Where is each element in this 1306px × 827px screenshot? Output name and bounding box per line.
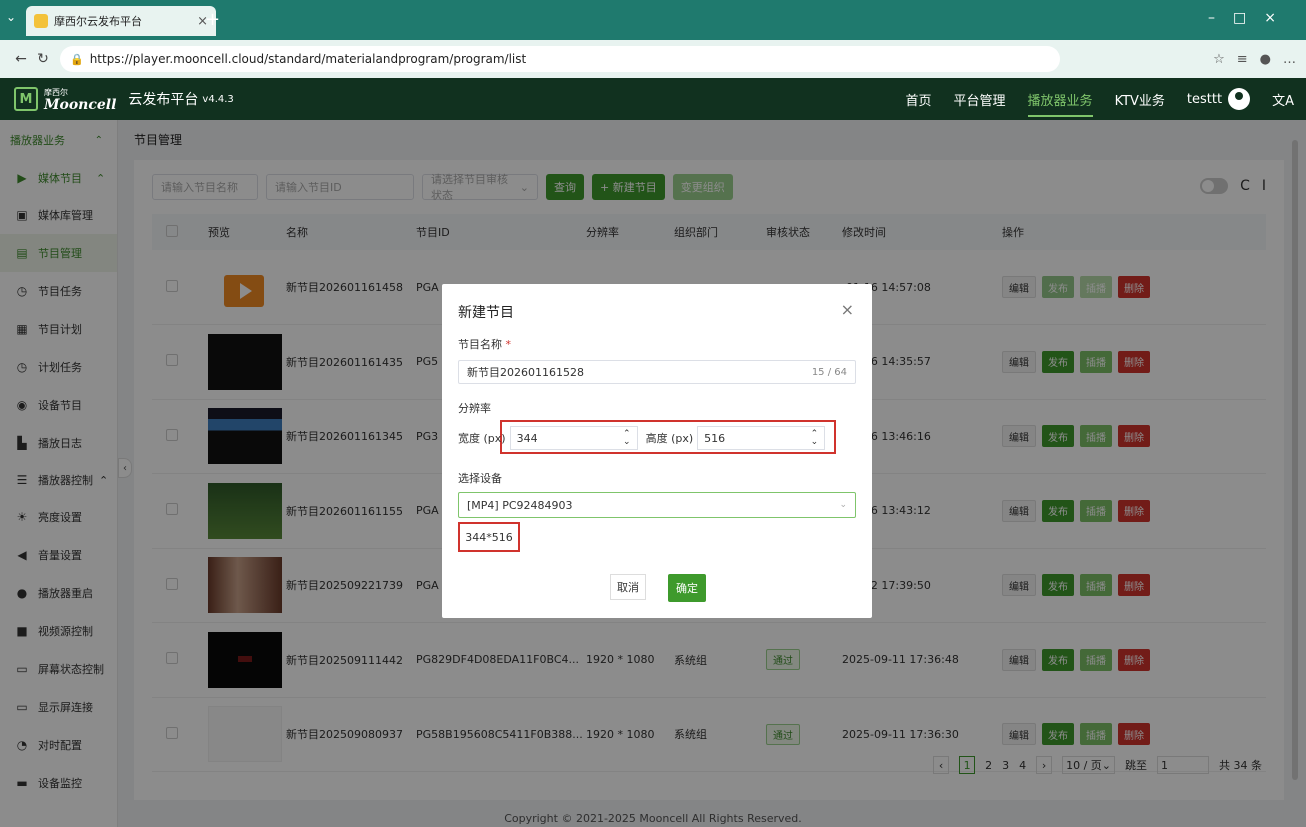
address-bar: ← ↻ 🔒 https://player.mooncell.cloud/stan… <box>0 40 1306 78</box>
language-icon[interactable]: 文A <box>1272 90 1294 109</box>
tab-menu-icon[interactable]: ⌄ <box>6 10 16 24</box>
app-title: 云发布平台 <box>128 92 199 108</box>
user-name: testtt <box>1186 91 1223 107</box>
cancel-button[interactable]: 取消 <box>610 574 646 600</box>
nav-player-business[interactable]: 播放器业务 <box>1027 90 1093 117</box>
site-favicon-icon <box>34 14 48 28</box>
height-label: 高度 (px) <box>645 432 694 445</box>
height-input[interactable]: 516 ⌃ ⌄ <box>697 426 826 450</box>
favorite-icon[interactable]: ☆ <box>1213 52 1225 67</box>
user-menu[interactable]: testtt <box>1186 88 1251 110</box>
nav-platform[interactable]: 平台管理 <box>954 90 1006 109</box>
browser-tab[interactable]: 摩西尔云发布平台 × <box>26 6 216 36</box>
program-name-label: 节目名称 * <box>458 338 511 351</box>
new-tab-icon[interactable]: + <box>205 9 220 30</box>
nav-ktv[interactable]: KTV业务 <box>1115 90 1165 109</box>
device-label: 选择设备 <box>458 472 502 485</box>
more-icon[interactable]: … <box>1283 52 1296 67</box>
browser-tabbar: ⌄ 摩西尔云发布平台 × + –□× <box>0 0 1306 40</box>
avatar <box>1228 88 1251 110</box>
logo-name: Mooncell <box>44 97 117 113</box>
url-field[interactable]: 🔒 https://player.mooncell.cloud/standard… <box>60 46 1060 72</box>
top-nav: 首页 平台管理 播放器业务 KTV业务 testtt 文A <box>906 82 1306 117</box>
url-text: https://player.mooncell.cloud/standard/m… <box>89 52 527 66</box>
program-name-field[interactable]: 新节目202601161528 15 / 64 <box>458 360 856 384</box>
confirm-button[interactable]: 确定 <box>668 574 706 602</box>
profile-icon[interactable]: ● <box>1260 52 1271 67</box>
back-icon[interactable]: ← <box>10 51 32 67</box>
stepper-icon[interactable]: ⌃ ⌄ <box>811 430 819 447</box>
device-select[interactable]: [MP4] PC92484903 ⌄ <box>458 492 856 518</box>
resolution-row: 宽度 (px) 344 ⌃ ⌄ 高度 (px) 516 ⌃ ⌄ <box>458 426 833 450</box>
size-display: 344*516 <box>458 522 520 552</box>
tab-title: 摩西尔云发布平台 <box>54 15 142 28</box>
app-header: M 摩西尔 Mooncell 云发布平台 v4.4.3 首页 平台管理 播放器业… <box>0 78 1306 120</box>
app-version: v4.4.3 <box>202 93 234 105</box>
refresh-icon[interactable]: ↻ <box>32 51 54 67</box>
width-value: 344 <box>516 431 538 445</box>
new-program-dialog: 新建节目 × 节目名称 * 新节目202601161528 15 / 64 分辨… <box>442 284 872 618</box>
dialog-title: 新建节目 <box>458 305 514 321</box>
stepper-icon[interactable]: ⌃ ⌄ <box>623 430 631 447</box>
height-value: 516 <box>704 431 726 445</box>
width-input[interactable]: 344 ⌃ ⌄ <box>509 426 638 450</box>
program-name-value: 新节目202601161528 <box>467 366 584 379</box>
close-icon[interactable]: × <box>841 300 854 319</box>
logo[interactable]: M 摩西尔 Mooncell <box>14 87 117 113</box>
window-controls[interactable]: –□× <box>1208 10 1294 26</box>
resolution-label: 分辨率 <box>458 402 491 415</box>
collections-icon[interactable]: ≡ <box>1237 52 1248 67</box>
width-label: 宽度 (px) <box>458 432 506 445</box>
chevron-down-icon: ⌄ <box>839 500 847 510</box>
nav-home[interactable]: 首页 <box>906 90 932 109</box>
device-value: [MP4] PC92484903 <box>467 498 573 512</box>
char-count: 15 / 64 <box>811 366 847 378</box>
logo-mark-icon: M <box>14 87 38 111</box>
lock-icon: 🔒 <box>70 52 84 66</box>
